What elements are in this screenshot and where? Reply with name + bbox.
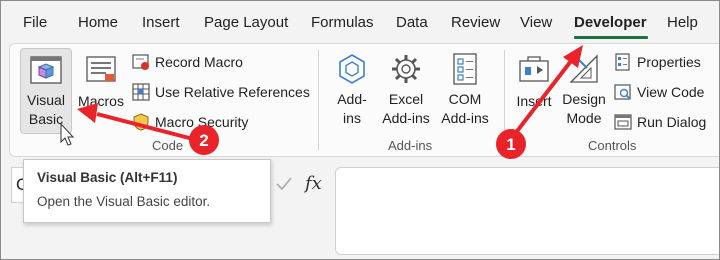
com-addins-button[interactable]: COM Add-ins — [438, 48, 492, 132]
code-group-label: Code — [152, 138, 184, 153]
insert-controls-label: Insert — [516, 93, 552, 109]
design-mode-label-line1: Design — [562, 91, 606, 107]
record-macro-label: Record Macro — [155, 54, 243, 70]
macros-label: Macros — [78, 93, 124, 109]
ribbon-panel: Visual Basic Macros Record Macro Use Rel… — [9, 43, 719, 157]
active-tab-indicator — [574, 36, 648, 39]
macro-security-icon — [133, 113, 149, 131]
properties-label: Properties — [637, 54, 701, 70]
macro-security-label: Macro Security — [155, 114, 249, 130]
tab-page-layout[interactable]: Page Layout — [204, 14, 288, 32]
macro-security-button[interactable]: Macro Security — [132, 110, 248, 134]
run-dialog-label: Run Dialog — [637, 114, 707, 130]
run-dialog-icon — [614, 114, 632, 130]
macros-icon — [86, 56, 116, 82]
visual-basic-label-line1: Visual — [27, 92, 65, 108]
tab-formulas[interactable]: Formulas — [311, 14, 374, 32]
excel-addins-label-line1: Excel — [388, 91, 424, 107]
excel-addins-button[interactable]: Excel Add-ins — [380, 48, 432, 132]
addins-label-line1: Add- — [337, 91, 367, 107]
tab-data[interactable]: Data — [396, 14, 428, 32]
visual-basic-label-line2: Basic — [28, 111, 64, 127]
com-addins-icon — [453, 53, 477, 85]
design-mode-button[interactable]: Design Mode — [560, 48, 608, 132]
tab-help[interactable]: Help — [667, 14, 698, 32]
tab-home[interactable]: Home — [78, 14, 118, 32]
properties-icon — [615, 53, 630, 71]
use-relative-references-button[interactable]: Use Relative References — [132, 80, 310, 104]
com-addins-label-line1: COM — [448, 91, 482, 107]
group-divider — [504, 50, 505, 150]
insert-function-button[interactable]: fx — [305, 173, 322, 194]
view-code-label: View Code — [637, 84, 705, 100]
tab-view[interactable]: View — [520, 14, 552, 32]
view-code-button[interactable]: View Code — [614, 80, 704, 104]
group-divider — [318, 50, 319, 150]
visual-basic-tooltip: Visual Basic (Alt+F11) Open the Visual B… — [23, 159, 271, 223]
record-macro-button[interactable]: Record Macro — [132, 50, 243, 74]
tab-file[interactable]: File — [23, 14, 47, 32]
run-dialog-button[interactable]: Run Dialog — [614, 110, 706, 134]
view-code-icon — [614, 84, 631, 100]
tab-developer[interactable]: Developer — [574, 14, 647, 32]
design-mode-label-line2: Mode — [566, 110, 602, 126]
addins-button[interactable]: Add- ins — [330, 48, 374, 132]
formula-bar-buttons: fx — [271, 167, 329, 201]
controls-group-label: Controls — [588, 138, 637, 153]
use-relative-references-label: Use Relative References — [155, 84, 310, 100]
excel-window: File Home Insert Page Layout Formulas Da… — [0, 0, 720, 260]
properties-button[interactable]: Properties — [614, 50, 701, 74]
tab-insert[interactable]: Insert — [142, 14, 180, 32]
checkmark-icon[interactable] — [275, 176, 293, 192]
tooltip-title: Visual Basic (Alt+F11) — [37, 170, 178, 185]
com-addins-label-line2: Add-ins — [441, 110, 489, 126]
tab-review[interactable]: Review — [451, 14, 500, 32]
design-mode-icon — [569, 54, 598, 83]
visual-basic-icon — [30, 56, 62, 84]
insert-controls-button[interactable]: Insert — [512, 48, 556, 132]
gear-icon — [392, 55, 420, 83]
visual-basic-button[interactable]: Visual Basic — [20, 48, 72, 134]
excel-addins-label-line2: Add-ins — [382, 110, 430, 126]
record-macro-icon — [132, 54, 149, 70]
relative-references-icon — [132, 83, 150, 101]
tooltip-description: Open the Visual Basic editor. — [37, 194, 211, 209]
insert-controls-icon — [519, 56, 549, 82]
formula-input[interactable] — [335, 167, 719, 255]
addins-hexagon-icon — [339, 54, 365, 84]
macros-button[interactable]: Macros — [76, 48, 126, 132]
addins-label-line2: ins — [343, 110, 361, 126]
ribbon-tab-bar: File Home Insert Page Layout Formulas Da… — [1, 1, 719, 41]
addins-group-label: Add-ins — [388, 138, 433, 153]
